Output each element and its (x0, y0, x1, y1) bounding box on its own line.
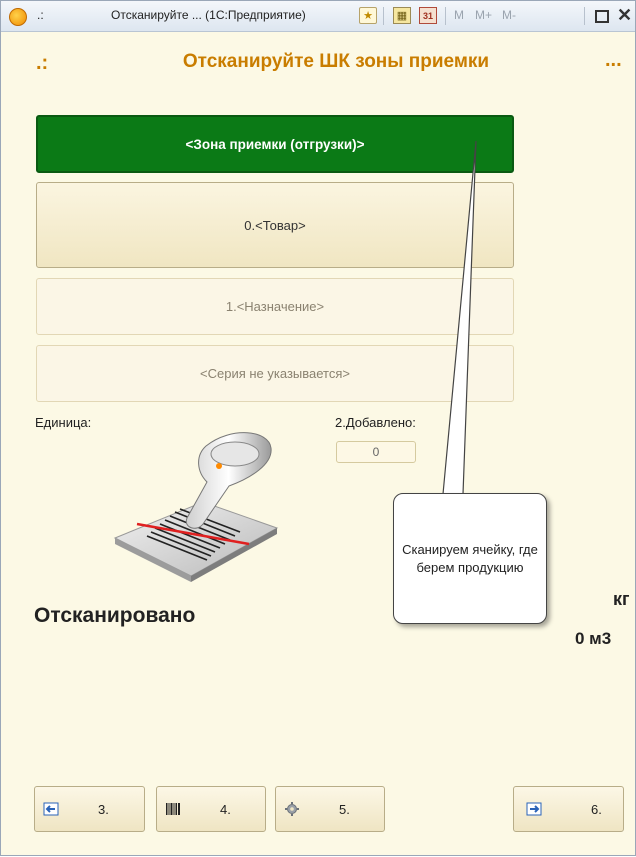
app-window: .: Отсканируйте ... (1С:Предприятие) ★ ▦… (0, 0, 636, 856)
page-title: Отсканируйте ШК зоны приемки (182, 51, 490, 72)
back-button-label: 3. (98, 802, 109, 817)
toolbar-separator (584, 7, 585, 25)
weight-unit-label: кг (613, 589, 630, 609)
favorites-star-icon[interactable]: ★ (359, 7, 377, 24)
barcode-button[interactable]: 4. (156, 786, 266, 832)
title-bar: .: Отсканируйте ... (1С:Предприятие) ★ ▦… (1, 1, 635, 32)
gear-icon (285, 802, 299, 816)
1c-logo-icon[interactable] (9, 8, 27, 26)
toolbar-separator (445, 7, 446, 25)
zone-field[interactable]: <Зона приемки (отгрузки)> (36, 115, 514, 173)
barcode-button-label: 4. (220, 802, 231, 817)
calculator-icon[interactable]: ▦ (393, 7, 411, 24)
memory-mplus-button[interactable]: M+ (475, 8, 492, 22)
unit-label: Единица: (35, 415, 92, 430)
added-count: 0 (336, 441, 416, 463)
memory-mminus-button[interactable]: M- (502, 8, 516, 22)
back-button[interactable]: 3. (34, 786, 145, 832)
toolbar-separator (383, 7, 384, 25)
window-dots: .: (37, 8, 44, 22)
settings-button[interactable]: 5. (275, 786, 385, 832)
forward-button-label: 6. (591, 802, 602, 817)
more-button[interactable]: ... (605, 49, 622, 72)
series-field[interactable]: <Серия не указывается> (36, 345, 514, 402)
memory-m-button[interactable]: M (454, 8, 464, 22)
goods-field[interactable]: 0.<Товар> (36, 182, 514, 268)
settings-button-label: 5. (339, 802, 350, 817)
forward-arrow-icon (526, 802, 542, 816)
callout-note: Сканируем ячейку, где берем продукцию (393, 493, 547, 624)
volume-value: 0 м3 (575, 629, 612, 648)
added-label: 2.Добавлено: (335, 415, 416, 430)
close-icon[interactable]: ✕ (617, 5, 632, 26)
back-arrow-icon (43, 802, 59, 816)
calendar-icon[interactable]: 31 (419, 7, 437, 24)
scanned-status: Отсканировано (34, 604, 196, 627)
maximize-icon[interactable] (595, 10, 609, 23)
barcode-icon (166, 803, 180, 815)
header-menu-dots[interactable]: .: (36, 52, 48, 75)
barcode-scanner-icon (113, 432, 279, 582)
forward-button[interactable]: 6. (513, 786, 624, 832)
window-title: Отсканируйте ... (1С:Предприятие) (111, 8, 306, 22)
destination-field[interactable]: 1.<Назначение> (36, 278, 514, 335)
